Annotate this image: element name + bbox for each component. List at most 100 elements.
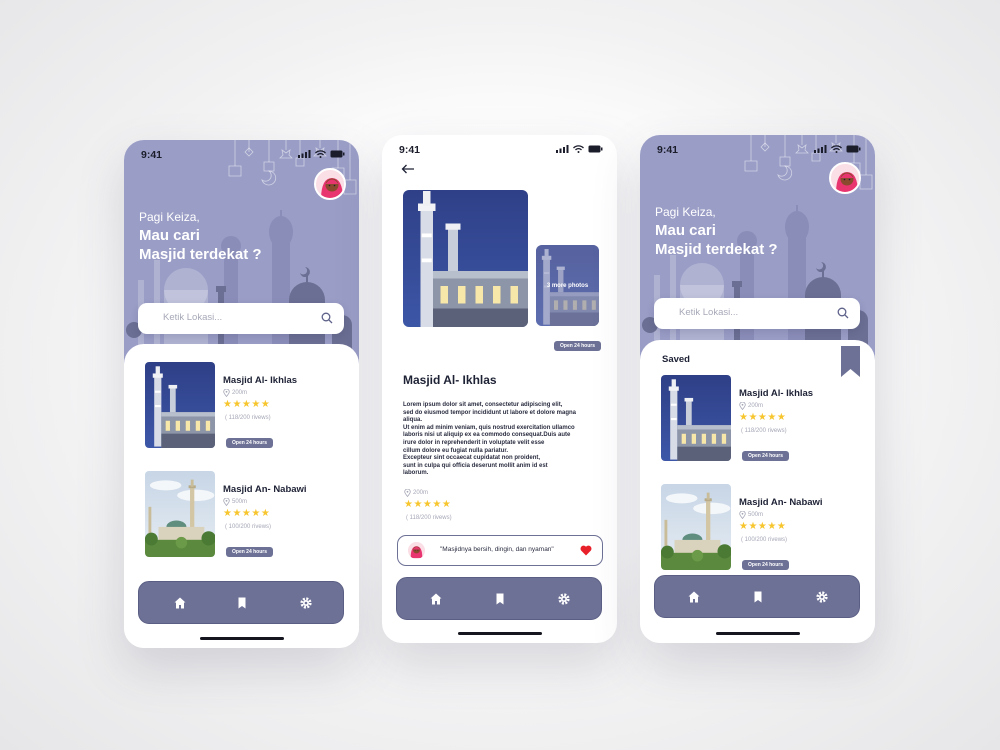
review-snippet[interactable]: "Masjidnya bersih, dingin, dan nyaman" bbox=[397, 535, 603, 566]
greeting-question-line1: Mau cari bbox=[139, 227, 200, 244]
description-line: Lorem ipsum dolor sit amet, consectetur … bbox=[403, 402, 563, 408]
search-placeholder: Ketik Lokasi... bbox=[679, 307, 739, 318]
signal-icon bbox=[556, 145, 569, 153]
greeting-question-line2: Masjid terdekat ? bbox=[139, 246, 262, 263]
distance-value: 200m bbox=[413, 490, 429, 496]
distance: 500m bbox=[223, 498, 247, 506]
search-input[interactable]: Ketik Lokasi... bbox=[138, 303, 344, 334]
battery-icon bbox=[588, 145, 603, 153]
mosque-card[interactable]: Masjid Al- Ikhlas 200m ★★★★★ ( 118/200 r… bbox=[145, 362, 345, 448]
home-indicator bbox=[200, 637, 284, 640]
description-line: sunt in culpa qui officia deserunt molli… bbox=[403, 462, 548, 469]
description-line: laborum. bbox=[403, 470, 429, 477]
saved-mosque-card[interactable]: Masjid Al- Ikhlas 200m ★★★★★ ( 118/200 r… bbox=[661, 375, 861, 461]
open-hours-badge: Open 24 hours bbox=[226, 547, 274, 557]
open-hours-badge: Open 24 hours bbox=[742, 560, 790, 570]
bottom-nav bbox=[396, 577, 602, 620]
saved-mosque-card[interactable]: Masjid An- Nabawi 500m ★★★★★ ( 100/200 r… bbox=[661, 484, 861, 570]
distance: 200m bbox=[404, 489, 428, 497]
home-icon[interactable] bbox=[173, 596, 187, 610]
status-bar: 9:41 bbox=[124, 140, 359, 166]
home-indicator bbox=[716, 632, 800, 635]
gear-icon[interactable] bbox=[557, 592, 571, 606]
battery-icon bbox=[330, 150, 345, 158]
arrow-left-icon[interactable] bbox=[401, 164, 415, 174]
mosque-name: Masjid An- Nabawi bbox=[223, 484, 307, 495]
saved-section-title: Saved bbox=[662, 354, 690, 365]
detail-screen: 9:41 3 more photos Open 24 hours Masjid … bbox=[382, 135, 617, 643]
bookmark-icon[interactable] bbox=[841, 346, 860, 377]
wifi-icon bbox=[315, 150, 326, 158]
mosque-photo bbox=[661, 484, 731, 570]
heart-icon[interactable] bbox=[580, 545, 592, 556]
search-icon[interactable] bbox=[321, 312, 333, 324]
description-line: Excepteur sint occaecat cupidatat non pr… bbox=[403, 455, 541, 462]
bottom-nav bbox=[654, 575, 860, 618]
home-indicator bbox=[458, 632, 542, 635]
location-pin-icon bbox=[404, 489, 411, 497]
review-count: ( 100/200 rivews) bbox=[225, 524, 272, 530]
signal-icon bbox=[298, 150, 311, 158]
user-avatar[interactable] bbox=[314, 168, 346, 200]
signal-icon bbox=[814, 145, 827, 153]
location-pin-icon bbox=[223, 498, 230, 506]
more-photos-thumbnail[interactable]: 3 more photos bbox=[536, 245, 599, 326]
mosque-card[interactable]: Masjid An- Nabawi 500m ★★★★★ ( 100/200 r… bbox=[145, 471, 345, 557]
bookmark-icon[interactable] bbox=[493, 592, 507, 606]
status-time: 9:41 bbox=[141, 149, 163, 161]
user-avatar[interactable] bbox=[829, 162, 861, 194]
status-bar: 9:41 bbox=[640, 135, 875, 161]
greeting: Pagi Keiza, Mau cari Masjid terdekat ? bbox=[139, 210, 289, 264]
main-photo[interactable] bbox=[403, 190, 528, 327]
distance-value: 200m bbox=[748, 403, 764, 409]
description-line: cillum dolore eu fugiat nulla pariatur. bbox=[403, 447, 509, 454]
distance-value: 200m bbox=[232, 390, 248, 396]
home-screen: 9:41 Pagi Keiza, Mau cari Masjid terdeka… bbox=[124, 140, 359, 648]
open-hours-badge: Open 24 hours bbox=[742, 451, 790, 461]
location-pin-icon bbox=[739, 402, 746, 410]
mosque-name: Masjid Al- Ikhlas bbox=[739, 388, 814, 399]
review-quote: "Masjidnya bersih, dingin, dan nyaman" bbox=[440, 546, 554, 553]
home-icon[interactable] bbox=[429, 592, 443, 606]
gear-icon[interactable] bbox=[815, 590, 829, 604]
location-pin-icon bbox=[223, 389, 230, 397]
saved-screen: 9:41 Pagi Keiza, Mau cari Masjid terdeka… bbox=[640, 135, 875, 643]
home-icon[interactable] bbox=[687, 590, 701, 604]
greeting-question-line1: Mau cari bbox=[655, 222, 716, 239]
more-photos-label: 3 more photos bbox=[546, 282, 589, 289]
review-count: ( 118/200 rivews) bbox=[225, 415, 271, 421]
star-rating: ★★★★★ bbox=[223, 399, 271, 410]
bookmark-icon[interactable] bbox=[751, 590, 765, 604]
search-placeholder: Ketik Lokasi... bbox=[163, 312, 223, 323]
distance-value: 500m bbox=[232, 499, 248, 505]
search-input[interactable]: Ketik Lokasi... bbox=[654, 298, 860, 329]
distance-value: 500m bbox=[748, 512, 764, 518]
mosque-name: Masjid An- Nabawi bbox=[739, 497, 823, 508]
wifi-icon bbox=[573, 145, 584, 153]
greeting-name: Pagi Keiza, bbox=[139, 210, 200, 224]
search-icon[interactable] bbox=[837, 307, 849, 319]
greeting-question-line2: Masjid terdekat ? bbox=[655, 241, 778, 258]
mosque-name: Masjid Al- Ikhlas bbox=[223, 375, 298, 386]
mosque-description: Lorem ipsum dolor sit amet, consectetur … bbox=[403, 402, 593, 478]
distance: 200m bbox=[223, 389, 247, 397]
star-rating: ★★★★★ bbox=[404, 499, 452, 510]
greeting: Pagi Keiza, Mau cari Masjid terdekat ? bbox=[655, 205, 805, 259]
bookmark-icon[interactable] bbox=[235, 596, 249, 610]
star-rating: ★★★★★ bbox=[739, 521, 787, 532]
status-time: 9:41 bbox=[657, 144, 679, 156]
star-rating: ★★★★★ bbox=[223, 508, 271, 519]
description-line: sed do eiusmod tempor incididunt ut labo… bbox=[403, 409, 577, 416]
status-bar: 9:41 bbox=[382, 135, 617, 161]
location-pin-icon bbox=[739, 511, 746, 519]
description-line: aliqua. bbox=[403, 417, 423, 424]
gear-icon[interactable] bbox=[299, 596, 313, 610]
mosque-photo bbox=[145, 471, 215, 557]
mosque-title: Masjid Al- Ikhlas bbox=[403, 373, 497, 387]
wifi-icon bbox=[831, 145, 842, 153]
reviewer-avatar bbox=[408, 542, 425, 559]
status-time: 9:41 bbox=[399, 144, 421, 156]
open-hours-badge: Open 24 hours bbox=[554, 341, 602, 351]
open-hours-badge: Open 24 hours bbox=[226, 438, 274, 448]
star-rating: ★★★★★ bbox=[739, 412, 787, 423]
